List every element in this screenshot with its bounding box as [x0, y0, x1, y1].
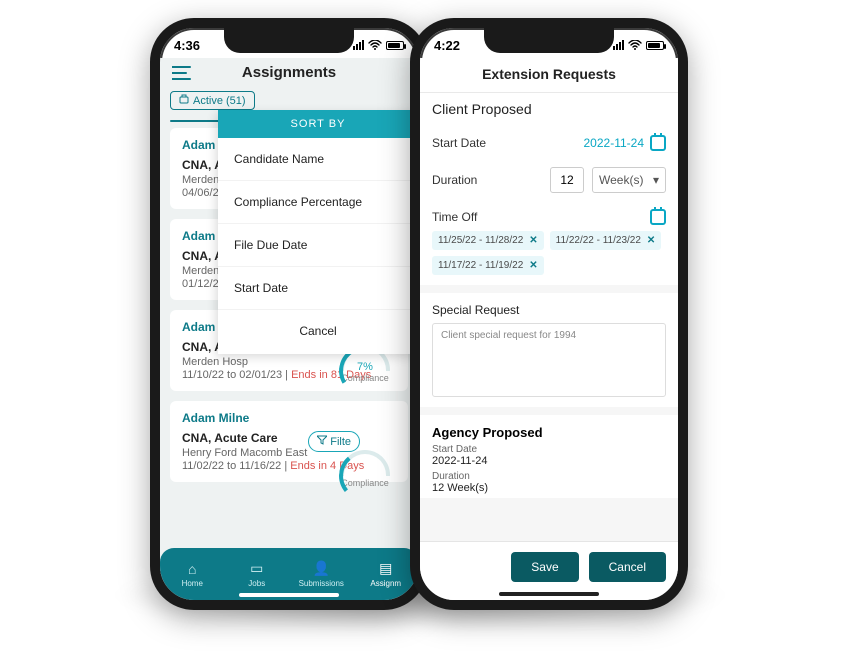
- home-indicator: [239, 593, 339, 597]
- remove-chip-icon[interactable]: ✕: [647, 235, 655, 246]
- nav-assignments[interactable]: ▤ Assignm: [354, 548, 419, 600]
- timeoff-label: Time Off: [432, 210, 477, 224]
- wifi-icon: [368, 38, 382, 53]
- nav-home[interactable]: ⌂ Home: [160, 548, 225, 600]
- signal-icon: [353, 40, 364, 50]
- agency-duration-label: Duration: [432, 471, 666, 482]
- start-date-label: Start Date: [432, 136, 486, 150]
- role: CNA, Acute Care: [182, 431, 396, 445]
- home-indicator: [499, 592, 599, 596]
- page-header: Extension Requests: [420, 58, 678, 93]
- sort-option[interactable]: Compliance Percentage: [218, 181, 418, 224]
- agency-duration-value: 12 Week(s): [432, 482, 666, 494]
- duration-input[interactable]: 12: [550, 167, 584, 193]
- timeoff-chip: 11/22/22 - 11/23/22 ✕: [550, 231, 662, 250]
- sort-option[interactable]: File Due Date: [218, 224, 418, 267]
- agency-proposed-section: Agency Proposed Start Date 2022-11-24 Du…: [420, 415, 678, 498]
- home-icon: ⌂: [188, 561, 196, 577]
- battery-icon: [386, 41, 404, 50]
- clipboard-icon: ▤: [379, 560, 392, 577]
- battery-icon: [646, 41, 664, 50]
- remove-chip-icon[interactable]: ✕: [529, 235, 537, 246]
- notch: [484, 27, 614, 53]
- remove-chip-icon[interactable]: ✕: [529, 260, 537, 271]
- timeoff-chip: 11/25/22 - 11/28/22 ✕: [432, 231, 544, 250]
- calendar-icon[interactable]: [650, 209, 666, 225]
- briefcase-icon: [179, 94, 189, 107]
- status-time: 4:36: [174, 38, 200, 53]
- client-proposed-header: Client Proposed: [432, 101, 666, 117]
- candidate-name: Adam Milne: [182, 411, 396, 425]
- notch: [224, 27, 354, 53]
- person-add-icon: 👤: [313, 560, 330, 577]
- sort-cancel[interactable]: Cancel: [218, 310, 418, 354]
- filter-icon: [317, 435, 327, 448]
- sort-by-sheet: SORT BY Candidate Name Compliance Percen…: [218, 110, 418, 354]
- page-title: Assignments: [242, 64, 336, 81]
- phone-extension-requests: 4:22 Extension Requests Client Proposed …: [410, 18, 688, 610]
- save-button[interactable]: Save: [511, 552, 578, 582]
- cancel-button[interactable]: Cancel: [589, 552, 666, 582]
- status-time: 4:22: [434, 38, 460, 53]
- compliance-gauge: Compliance: [332, 450, 398, 488]
- sort-option[interactable]: Start Date: [218, 267, 418, 310]
- phone-assignments: 4:36 Assignments: [150, 18, 428, 610]
- chevron-down-icon: ▾: [653, 173, 659, 187]
- duration-label: Duration: [432, 173, 477, 187]
- agency-startdate-label: Start Date: [432, 444, 666, 455]
- wifi-icon: [628, 38, 642, 53]
- filter-button[interactable]: Filte: [308, 431, 360, 452]
- assignment-card[interactable]: Adam Milne CNA, Acute Care Henry Ford Ma…: [170, 401, 408, 482]
- sort-header: SORT BY: [218, 110, 418, 138]
- timeoff-chip: 11/17/22 - 11/19/22 ✕: [432, 256, 544, 275]
- calendar-icon: [650, 135, 666, 151]
- start-date-field[interactable]: 2022-11-24: [584, 135, 667, 151]
- sort-option[interactable]: Candidate Name: [218, 138, 418, 181]
- menu-icon[interactable]: [172, 64, 192, 85]
- duration-unit-select[interactable]: Week(s) ▾: [592, 167, 666, 193]
- agency-startdate-value: 2022-11-24: [432, 455, 666, 467]
- tab-active-label: Active (51): [193, 95, 246, 107]
- tab-active[interactable]: Active (51): [170, 91, 255, 110]
- signal-icon: [613, 40, 624, 50]
- agency-header: Agency Proposed: [432, 425, 666, 440]
- timeoff-chips: 11/25/22 - 11/28/22 ✕ 11/22/22 - 11/23/2…: [432, 231, 666, 275]
- briefcase-icon: ▭: [250, 560, 263, 577]
- special-request-label: Special Request: [432, 303, 666, 317]
- special-request-textarea[interactable]: Client special request for 1994: [432, 323, 666, 397]
- page-title: Extension Requests: [420, 66, 678, 82]
